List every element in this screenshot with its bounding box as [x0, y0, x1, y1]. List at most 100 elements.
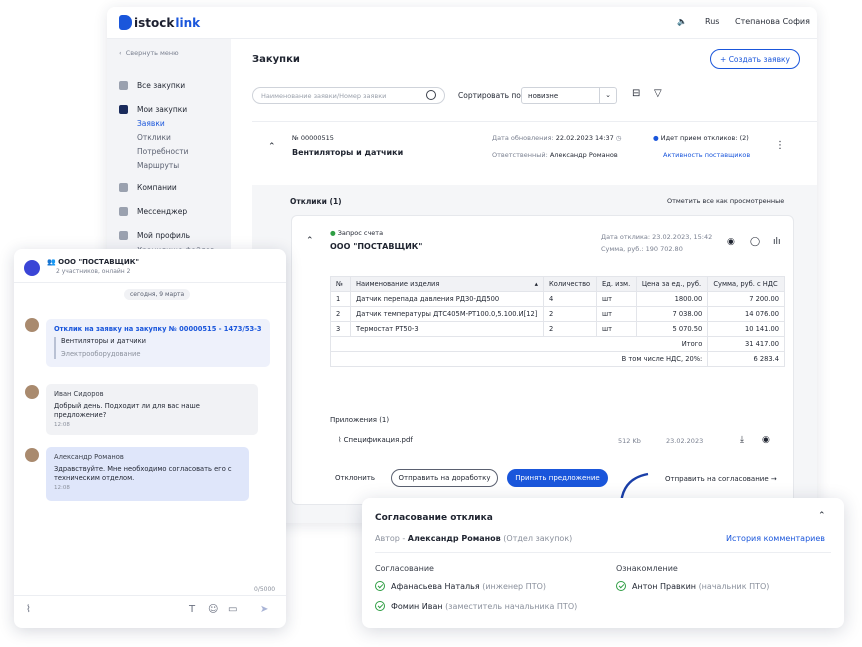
message-text: Добрый день. Подходит ли для вас наше пр…	[54, 402, 200, 419]
briefcase-icon	[119, 183, 128, 192]
request-card[interactable]: ⌃ № 00000515 Вентиляторы и датчики Дата …	[252, 121, 817, 181]
request-number: № 00000515	[292, 134, 334, 142]
page-title: Закупки	[252, 54, 300, 65]
message-category: Электрооборудование	[61, 350, 141, 358]
chat-title: 👥 ООО "ПОСТАВЩИК"	[47, 258, 140, 266]
sound-icon[interactable]: 🔈	[677, 17, 687, 26]
approval-section-title: Согласование	[375, 564, 434, 573]
search-input[interactable]: Наименование заявки/Номер заявки	[252, 87, 445, 104]
sidebar-sub-needs[interactable]: Потребности	[137, 147, 188, 156]
paperclip-icon: ⌇	[338, 436, 342, 444]
collapse-menu-button[interactable]: ‹ Свернуть меню	[119, 49, 179, 57]
chevron-down-icon: ⌄	[599, 88, 616, 103]
total-row: Итого 31 417.00	[329, 336, 785, 352]
chevron-up-icon[interactable]: ⌃	[818, 511, 826, 521]
users-icon	[119, 105, 128, 114]
sidebar-sub-responses[interactable]: Отклики	[137, 133, 171, 142]
comments-history-link[interactable]: История комментариев	[726, 534, 825, 543]
check-circle-icon	[616, 581, 626, 591]
status-badge: ● Идет прием откликов: (2)	[653, 134, 749, 142]
sidebar-item-profile[interactable]: Мой профиль	[119, 231, 190, 240]
response-link[interactable]: Отклик на заявку на закупку № 00000515 -…	[54, 325, 262, 334]
sidebar-item-all-purchases[interactable]: Все закупки	[119, 81, 185, 90]
approval-title: Согласование отклика	[375, 513, 493, 523]
sidebar-item-my-purchases[interactable]: Мои закупки	[119, 105, 187, 114]
archive-icon[interactable]: ⊟	[632, 88, 640, 99]
send-approval-link[interactable]: Отправить на согласование →	[665, 475, 777, 483]
response-link-message[interactable]: Отклик на заявку на закупку № 00000515 -…	[46, 319, 270, 367]
approval-author: Автор - Александр Романов (Отдел закупок…	[375, 534, 573, 543]
supplier-activity-link[interactable]: Активность поставщиков	[663, 151, 750, 159]
brand-logo[interactable]: istock link	[119, 15, 200, 30]
clock-icon: ◷	[615, 134, 622, 142]
response-card: ⌃ ● Запрос счета ООО "ПОСТАВЩИК" Дата от…	[291, 215, 794, 505]
more-icon[interactable]: ⋮	[775, 140, 785, 151]
eye-icon[interactable]: ◉	[727, 237, 735, 247]
emoji-icon[interactable]: ☺	[208, 604, 218, 615]
attachment-file[interactable]: ⌇ Спецификация.pdf	[338, 436, 413, 444]
chat-window: 👥 ООО "ПОСТАВЩИК" 2 участников, онлайн 2…	[14, 249, 286, 628]
check-circle-icon	[375, 601, 385, 611]
attachments-title: Приложения (1)	[330, 416, 390, 424]
sort-select[interactable]: новизне ⌄	[521, 87, 617, 104]
items-table: № Наименование изделия ▴ Количество Ед. и…	[329, 276, 785, 367]
logo-icon	[119, 15, 132, 30]
review-section-title: Ознакомление	[616, 564, 678, 573]
chat-message: Александр Романов Здравствуйте. Мне необ…	[46, 447, 249, 501]
language-switch[interactable]: Rus	[705, 17, 719, 26]
sidebar-sub-routes[interactable]: Маршруты	[137, 161, 179, 170]
send-rework-button[interactable]: Отправить на доработку	[391, 469, 498, 487]
col-header: Ед. изм.	[596, 276, 637, 292]
responses-title: Отклики (1)	[290, 197, 342, 206]
col-header: Количество	[542, 276, 598, 292]
request-title: Вентиляторы и датчики	[292, 148, 404, 157]
table-row: 2 Датчик температуры ДТС405М-РТ100.0,5.10…	[330, 306, 785, 322]
chevron-up-icon[interactable]: ⌃	[306, 236, 314, 246]
responsible-name: Александр Романов	[549, 151, 618, 159]
date-chip: сегодня, 9 марта	[124, 289, 191, 300]
chat-avatar-icon	[24, 260, 40, 276]
sidebar-item-messenger[interactable]: Мессенджер	[119, 207, 187, 216]
message-text: Здравствуйте. Мне необходимо согласовать…	[54, 465, 232, 482]
top-bar: istock link 🔈 Rus Степанова София	[107, 7, 817, 39]
sidebar-sub-requests[interactable]: Заявки	[137, 119, 165, 128]
avatar	[25, 318, 39, 332]
user-icon	[119, 231, 128, 240]
col-header[interactable]: Наименование изделия ▴	[350, 276, 544, 292]
char-counter: 0/5000	[254, 586, 276, 593]
arrow-right-icon: →	[770, 475, 777, 483]
table-row: 1 Датчик перепада давления РД30-ДД500 4 шт 1…	[330, 291, 785, 307]
approval-panel: Согласование отклика ⌃ Автор - Александр…	[362, 498, 844, 628]
sort-icon: ▴	[534, 280, 538, 288]
chevron-up-icon[interactable]: ⌃	[268, 142, 276, 152]
reject-button[interactable]: Отклонить	[330, 469, 380, 487]
message-author: Александр Романов	[54, 453, 124, 461]
chat-subtitle: 2 участников, онлайн 2	[56, 268, 131, 275]
sort-label: Сортировать по	[458, 91, 521, 100]
table-row: 3 Термостат РТ50-3 2 шт 5 070.50 10 141.00	[330, 321, 785, 337]
send-icon[interactable]: ➤	[260, 604, 268, 615]
paperclip-icon[interactable]: ⌇	[26, 604, 31, 615]
search-icon	[426, 90, 436, 100]
calendar-icon[interactable]: ▭	[228, 604, 237, 615]
create-request-button[interactable]: + Создать заявку	[710, 49, 800, 69]
eye-icon[interactable]: ◉	[762, 435, 770, 445]
text-format-icon[interactable]: T	[189, 604, 195, 615]
message-request-title: Вентиляторы и датчики	[61, 337, 147, 345]
chat-message: Иван Сидоров Добрый день. Подходит ли дл…	[46, 384, 258, 435]
filter-icon[interactable]: ▽	[654, 88, 662, 99]
download-icon[interactable]: ⤓	[740, 435, 744, 445]
accept-offer-button[interactable]: Принять предложение	[507, 469, 608, 487]
updated-date: 22.02.2023 14:37	[555, 134, 614, 142]
message-icon[interactable]: ◯	[750, 237, 760, 247]
user-menu[interactable]: Степанова София	[735, 17, 810, 26]
document-icon	[119, 81, 128, 90]
sidebar-item-companies[interactable]: Компании	[119, 183, 177, 192]
approver-item: Фомин Иван (заместитель начальника ПТО)	[375, 601, 577, 611]
mark-all-read-link[interactable]: Отметить все как просмотренные	[667, 197, 784, 205]
response-status: ● Запрос счета	[330, 229, 384, 237]
group-icon: 👥	[47, 258, 56, 266]
chart-icon[interactable]: ılı	[773, 237, 781, 247]
approver-item: Афанасьева Наталья (инженер ПТО)	[375, 581, 546, 591]
col-header: Цена за ед., руб.	[635, 276, 709, 292]
